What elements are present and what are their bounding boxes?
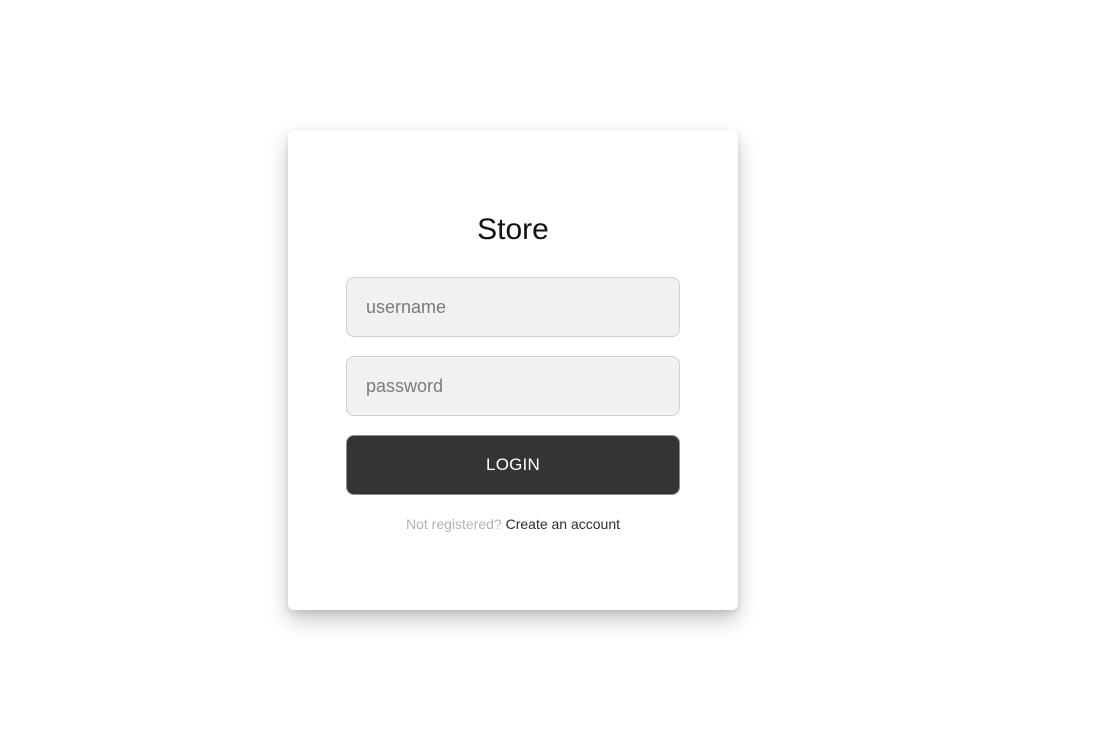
create-account-link[interactable]: Create an account: [506, 516, 620, 532]
username-input[interactable]: [346, 277, 680, 337]
register-line: Not registered? Create an account: [288, 514, 738, 534]
login-page: Store LOGIN Not registered? Create an ac…: [0, 0, 1093, 733]
register-prompt: Not registered?: [405, 516, 502, 532]
store-title: Store: [477, 213, 549, 246]
login-card: Store LOGIN Not registered? Create an ac…: [288, 130, 738, 610]
login-button[interactable]: LOGIN: [346, 435, 680, 495]
password-input[interactable]: [346, 356, 680, 416]
